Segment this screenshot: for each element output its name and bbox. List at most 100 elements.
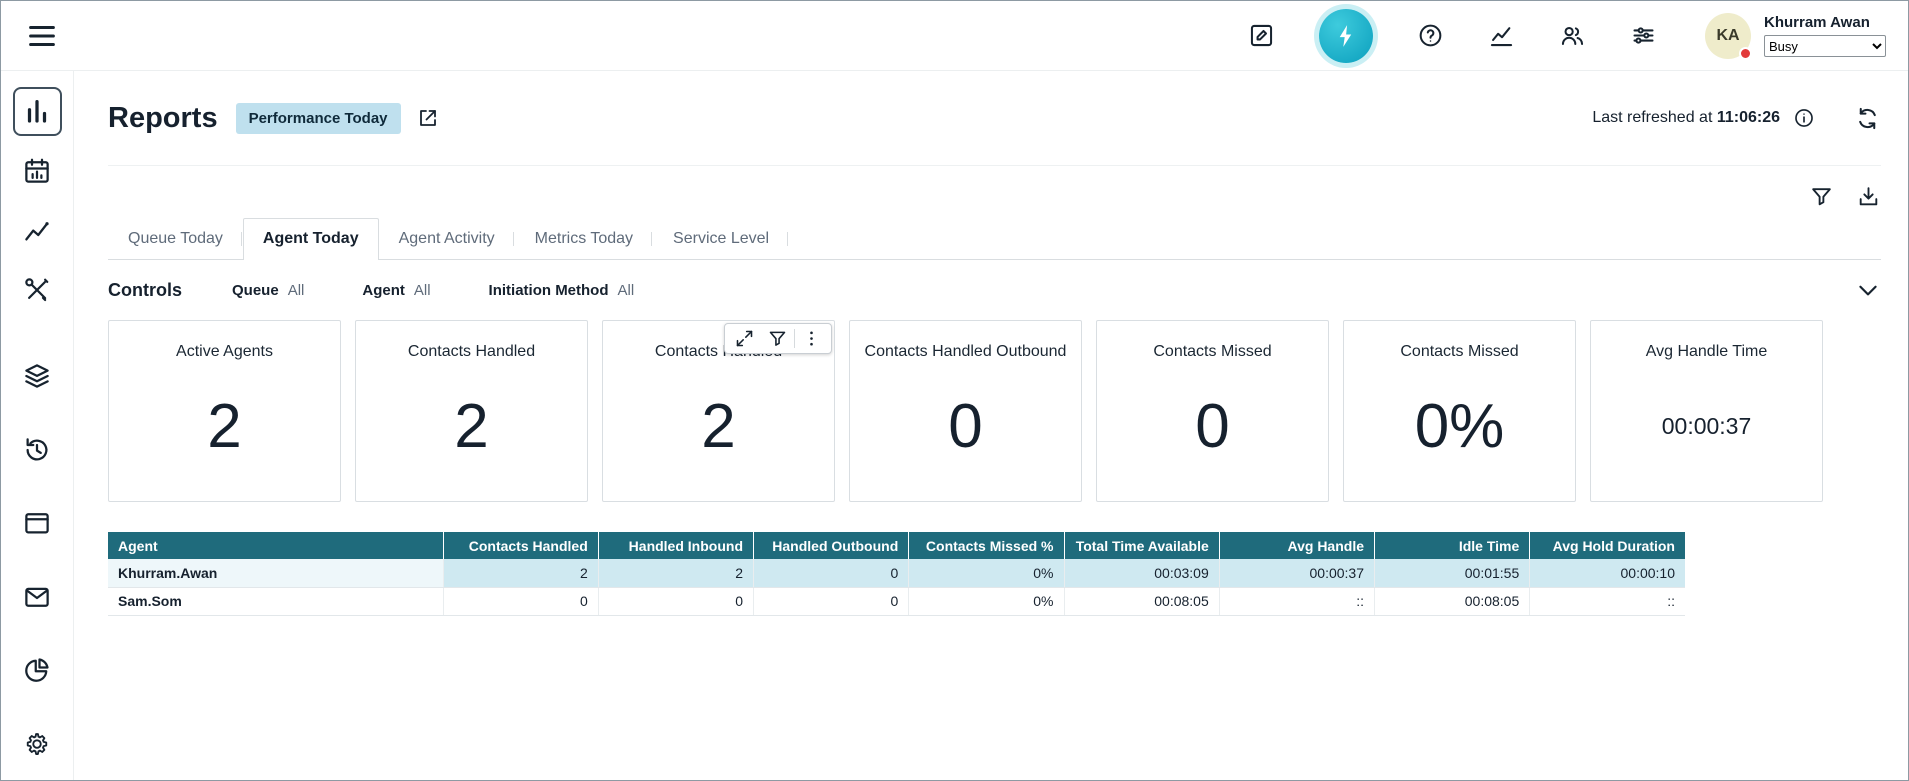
kpi-card-title: Contacts Missed: [1153, 343, 1271, 361]
agent-name-cell: Khurram.Awan: [108, 559, 443, 587]
tabs: Queue TodayAgent TodayAgent ActivityMetr…: [108, 218, 1881, 260]
sidebar-item-window[interactable]: [13, 499, 62, 548]
refresh-icon[interactable]: [1854, 105, 1881, 132]
kpi-card-avg-handle-time: Avg Handle Time00:00:37: [1590, 320, 1823, 502]
download-icon[interactable]: [1856, 184, 1881, 209]
toolbar-divider: [794, 329, 795, 348]
table-cell: 0: [754, 559, 909, 587]
external-link-icon[interactable]: [416, 106, 440, 130]
kpi-card-value: 0%: [1415, 361, 1505, 501]
kpi-card-contacts-handled: Contacts Handled2: [355, 320, 588, 502]
expand-icon[interactable]: [734, 328, 755, 349]
lightning-icon-button[interactable]: [1319, 9, 1373, 63]
controls-label: Controls: [108, 280, 182, 301]
last-refreshed-time: 11:06:26: [1717, 109, 1780, 126]
agent-name-cell: Sam.Som: [108, 587, 443, 615]
sidebar-item-history[interactable]: [13, 426, 62, 475]
table-cell: 00:08:05: [1375, 587, 1530, 615]
tab-service-level[interactable]: Service Level: [653, 218, 789, 259]
status-select[interactable]: Busy: [1764, 35, 1886, 57]
lightning-icon: [1333, 23, 1359, 49]
kpi-card-value: 2: [207, 361, 241, 501]
kpi-card-value: 0: [1195, 361, 1229, 501]
kpi-card-contacts-handled: Contacts Handled2: [602, 320, 835, 502]
kpi-card-contacts-missed: Contacts Missed0%: [1343, 320, 1576, 502]
table-row[interactable]: Sam.Som0000%00:08:05::00:08:05::: [108, 587, 1685, 615]
filter-initiation-method[interactable]: Initiation MethodAll: [489, 282, 635, 299]
gear-icon: [22, 729, 52, 759]
bar-chart-icon: [22, 96, 52, 126]
kpi-card-value: 2: [454, 361, 488, 501]
table-cell: ::: [1530, 587, 1685, 615]
table-row[interactable]: Khurram.Awan2200%00:03:0900:00:3700:01:5…: [108, 559, 1685, 587]
sidebar: [1, 71, 74, 780]
tab-agent-today[interactable]: Agent Today: [243, 218, 379, 260]
last-refreshed-text: Last refreshed at 11:06:26: [1592, 109, 1780, 127]
tab-agent-activity[interactable]: Agent Activity: [379, 218, 515, 259]
content-tools: [108, 184, 1881, 210]
column-header-handled-outbound[interactable]: Handled Outbound: [754, 532, 909, 559]
column-header-contacts-handled[interactable]: Contacts Handled: [443, 532, 598, 559]
kpi-card-value: 00:00:37: [1662, 361, 1752, 501]
kpi-card-active-agents: Active Agents2: [108, 320, 341, 502]
column-header-idle-time[interactable]: Idle Time: [1375, 532, 1530, 559]
sidebar-item-gear[interactable]: [13, 720, 62, 769]
compose-icon[interactable]: [1248, 22, 1275, 49]
column-header-agent[interactable]: Agent: [108, 532, 443, 559]
kpi-card-title: Avg Handle Time: [1646, 343, 1768, 361]
filter-name: Agent: [362, 282, 405, 299]
sliders-icon[interactable]: [1630, 22, 1657, 49]
agent-table-wrap: AgentContacts HandledHandled InboundHand…: [108, 532, 1685, 616]
kebab-icon[interactable]: [801, 328, 822, 349]
kpi-card-title: Contacts Handled Outbound: [865, 343, 1067, 361]
tab-metrics-today[interactable]: Metrics Today: [515, 218, 653, 259]
tab-queue-today[interactable]: Queue Today: [108, 218, 243, 259]
menu-icon[interactable]: [25, 19, 59, 53]
sidebar-item-mail[interactable]: [13, 573, 62, 622]
window-icon: [22, 508, 52, 538]
help-icon[interactable]: [1417, 22, 1444, 49]
avatar-initials: KA: [1716, 27, 1739, 45]
filter-name: Queue: [232, 282, 279, 299]
sidebar-item-pie-chart[interactable]: [13, 646, 62, 695]
sidebar-item-layers[interactable]: [13, 352, 62, 401]
sidebar-item-calendar[interactable]: [13, 147, 62, 196]
table-cell: 0%: [909, 587, 1064, 615]
filter-agent[interactable]: AgentAll: [362, 282, 430, 299]
table-cell: ::: [1219, 587, 1374, 615]
column-header-handled-inbound[interactable]: Handled Inbound: [598, 532, 753, 559]
table-cell: 2: [598, 559, 753, 587]
info-icon[interactable]: [1793, 107, 1815, 129]
table-cell: 0%: [909, 559, 1064, 587]
sidebar-item-line-chart[interactable]: [13, 206, 62, 255]
filter-icon[interactable]: [767, 328, 788, 349]
column-header-contacts-missed-[interactable]: Contacts Missed %: [909, 532, 1064, 559]
history-icon: [22, 435, 52, 465]
table-cell: 0: [598, 587, 753, 615]
tools-icon: [22, 275, 52, 305]
sidebar-item-tools[interactable]: [13, 266, 62, 315]
controls-row: Controls Queue All AgentAll Initiation Meth…: [108, 260, 1881, 316]
chevron-down-icon[interactable]: [1855, 277, 1881, 303]
topbar: KA Khurram Awan Busy: [1, 1, 1908, 71]
column-header-avg-handle[interactable]: Avg Handle: [1219, 532, 1374, 559]
kpi-card-contacts-handled-outbound: Contacts Handled Outbound0: [849, 320, 1082, 502]
table-cell: 0: [443, 587, 598, 615]
kpi-cards-row: Active Agents2Contacts Handled2Contacts …: [108, 320, 1881, 502]
column-header-avg-hold-duration[interactable]: Avg Hold Duration: [1530, 532, 1685, 559]
kpi-card-title: Contacts Missed: [1400, 343, 1518, 361]
filter-value: All: [288, 282, 305, 299]
sidebar-item-bar-chart[interactable]: [13, 87, 62, 136]
users-icon[interactable]: [1559, 22, 1586, 49]
table-cell: 00:00:10: [1530, 559, 1685, 587]
card-hover-toolbar: [724, 323, 832, 354]
status-indicator-dot: [1739, 47, 1752, 60]
avatar[interactable]: KA: [1705, 13, 1751, 59]
column-header-total-time-available[interactable]: Total Time Available: [1064, 532, 1219, 559]
table-cell: 2: [443, 559, 598, 587]
filter-icon[interactable]: [1809, 184, 1834, 209]
analytics-icon[interactable]: [1488, 22, 1515, 49]
filter-queue[interactable]: Queue All: [232, 282, 304, 299]
filter-name: Initiation Method: [489, 282, 609, 299]
table-cell: 00:01:55: [1375, 559, 1530, 587]
